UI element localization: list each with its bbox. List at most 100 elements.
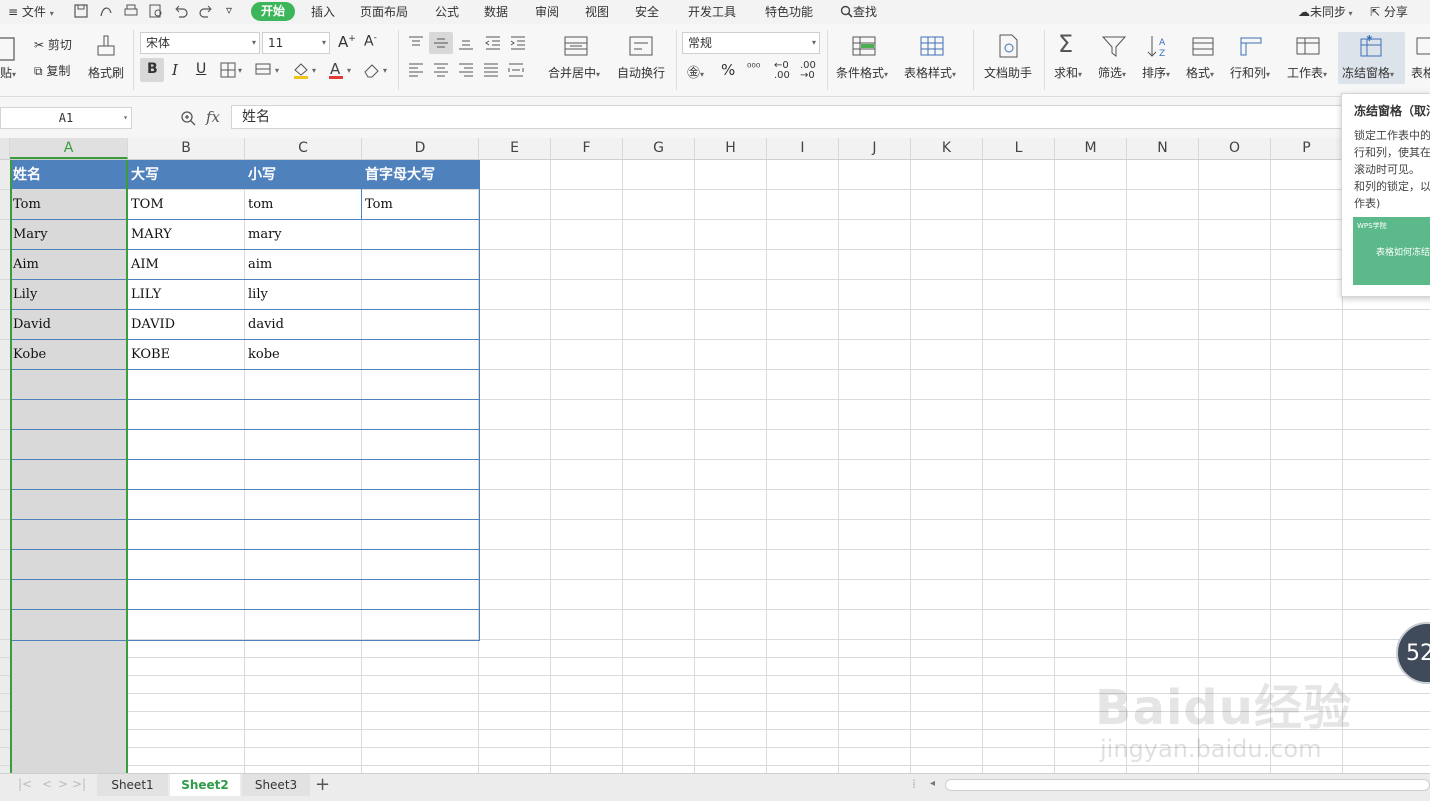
cell-c1[interactable]: 小写 (245, 160, 362, 190)
print-preview-icon[interactable] (148, 3, 164, 19)
tab-review[interactable]: 审阅 (535, 3, 559, 20)
undo-icon[interactable] (173, 3, 189, 19)
align-bottom-icon[interactable] (458, 36, 474, 50)
chevron-down-icon[interactable]: ▾ (312, 66, 316, 75)
column-header-c[interactable]: C (245, 138, 362, 159)
decrease-font-icon[interactable]: A- (364, 33, 377, 50)
align-middle-button[interactable] (429, 32, 453, 54)
format-painter-icon[interactable] (95, 34, 117, 58)
share-button[interactable]: ⇱ 分享 (1370, 3, 1408, 20)
cell-d1[interactable]: 首字母大写 (362, 160, 479, 190)
chevron-down-icon[interactable]: ▾ (347, 66, 351, 75)
currency-icon[interactable]: ㊎▾ (687, 62, 704, 81)
format-painter-label[interactable]: 格式刷 (88, 64, 124, 81)
sort-icon[interactable]: AZ (1144, 32, 1172, 60)
table-cell[interactable]: Tom (10, 190, 128, 220)
copy-button[interactable]: ⧉ 复制 (34, 62, 70, 79)
insert-function-icon[interactable]: fx (206, 108, 220, 126)
doc-assistant-icon[interactable] (994, 32, 1022, 60)
last-sheet-icon[interactable]: >| (72, 777, 86, 791)
sheet-tab-sheet1[interactable]: Sheet1 (97, 774, 168, 796)
align-left-icon[interactable] (408, 63, 424, 77)
table-cell[interactable] (362, 340, 479, 370)
column-header-k[interactable]: K (911, 138, 983, 159)
table-tools-label[interactable]: 表格 (1411, 64, 1430, 81)
underline-icon[interactable]: U (196, 61, 206, 77)
table-cell[interactable]: TOM (128, 190, 245, 220)
zoom-formula-icon[interactable] (180, 110, 196, 126)
column-header-d[interactable]: D (362, 138, 479, 159)
wrap-text-icon[interactable] (627, 32, 655, 60)
column-header-h[interactable]: H (695, 138, 767, 159)
paste-icon[interactable] (0, 34, 18, 64)
column-header-o[interactable]: O (1199, 138, 1271, 159)
table-cell[interactable]: KOBE (128, 340, 245, 370)
cell-a1[interactable]: 姓名 (10, 160, 128, 190)
doc-assistant-button[interactable]: 文档助手 (984, 64, 1032, 81)
search-button[interactable]: 查找 (840, 3, 877, 20)
font-size-select[interactable]: 11 ▾ (262, 32, 330, 54)
distributed-align-icon[interactable] (508, 63, 524, 77)
table-cell[interactable]: david (245, 310, 362, 340)
table-cell[interactable] (362, 250, 479, 280)
tab-home[interactable]: 开始 (251, 2, 295, 21)
tab-developer[interactable]: 开发工具 (688, 3, 736, 20)
table-cell[interactable]: Mary (10, 220, 128, 250)
merge-center-button[interactable]: 合并居中▾ (548, 64, 600, 81)
row-col-icon[interactable] (1237, 32, 1265, 60)
justify-icon[interactable] (483, 63, 499, 77)
horizontal-scrollbar[interactable] (945, 779, 1430, 791)
sum-button[interactable]: 求和▾ (1054, 64, 1082, 81)
table-cell[interactable]: Tom (362, 190, 479, 220)
chevron-down-icon[interactable]: ▾ (383, 66, 387, 75)
freeze-panes-button[interactable]: ✱ 冻结窗格▾ (1338, 32, 1405, 84)
output-pdf-icon[interactable] (98, 3, 114, 19)
increase-indent-icon[interactable] (510, 36, 526, 50)
filter-button[interactable]: 筛选▾ (1098, 64, 1126, 81)
percent-icon[interactable]: % (721, 61, 735, 79)
row-col-button[interactable]: 行和列▾ (1230, 64, 1270, 81)
cut-button[interactable]: ✂ 剪切 (34, 36, 72, 53)
thousands-icon[interactable]: ⁰⁰⁰ (747, 61, 760, 74)
column-header-g[interactable]: G (623, 138, 695, 159)
next-sheet-icon[interactable]: > (58, 777, 68, 791)
print-icon[interactable] (123, 3, 139, 19)
prev-sheet-icon[interactable]: < (42, 777, 52, 791)
select-all-corner[interactable] (0, 138, 10, 159)
sheet-tab-sheet3[interactable]: Sheet3 (242, 774, 310, 796)
table-cell[interactable]: aim (245, 250, 362, 280)
format-button[interactable]: 格式▾ (1186, 64, 1214, 81)
merge-center-icon[interactable] (562, 32, 590, 60)
increase-font-icon[interactable]: A+ (338, 33, 356, 51)
add-sheet-icon[interactable]: + (315, 774, 330, 795)
table-cell[interactable]: tom (245, 190, 362, 220)
chevron-down-icon[interactable]: ▾ (275, 66, 279, 75)
table-cell[interactable]: Lily (10, 280, 128, 310)
tab-page-layout[interactable]: 页面布局 (360, 3, 408, 20)
tab-insert[interactable]: 插入 (311, 3, 335, 20)
first-sheet-icon[interactable]: |< (18, 777, 32, 791)
filter-icon[interactable] (1100, 32, 1128, 60)
sync-status[interactable]: ☁未同步 ▾ (1298, 3, 1353, 20)
column-header-f[interactable]: F (551, 138, 623, 159)
sheet-tab-sheet2[interactable]: Sheet2 (170, 774, 240, 796)
tooltip-video-thumbnail[interactable]: WPS学院 表格如何冻结 (1353, 217, 1430, 285)
column-header-e[interactable]: E (479, 138, 551, 159)
tab-features[interactable]: 特色功能 (765, 3, 813, 20)
scroll-left-icon[interactable]: ◂ (930, 778, 935, 789)
table-cell[interactable]: kobe (245, 340, 362, 370)
table-cell[interactable]: lily (245, 280, 362, 310)
table-cell[interactable]: Aim (10, 250, 128, 280)
table-style-icon[interactable] (918, 32, 946, 60)
format-icon[interactable] (1189, 32, 1217, 60)
italic-icon[interactable]: I (172, 61, 178, 79)
file-menu[interactable]: ≡ 文件 ▾ (8, 3, 54, 20)
column-header-l[interactable]: L (983, 138, 1055, 159)
table-cell[interactable]: DAVID (128, 310, 245, 340)
number-format-select[interactable]: 常规 ▾ (682, 32, 820, 54)
bold-button[interactable]: B (140, 58, 164, 82)
chevron-down-icon[interactable]: ▾ (238, 66, 242, 75)
table-cell[interactable]: LILY (128, 280, 245, 310)
table-cell[interactable]: AIM (128, 250, 245, 280)
save-icon[interactable] (73, 3, 89, 19)
